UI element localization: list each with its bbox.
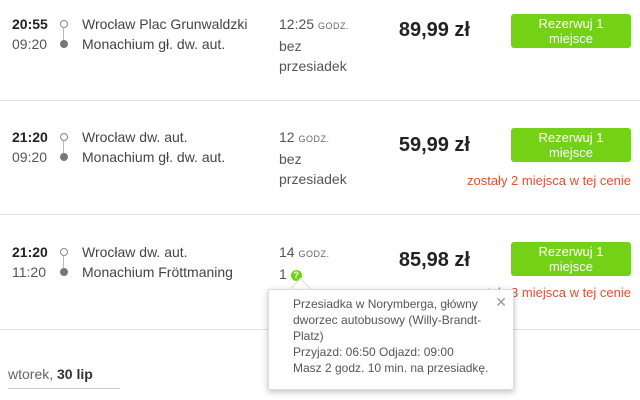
weekday: wtorek,	[8, 366, 54, 382]
destination-dot-icon	[60, 153, 68, 161]
destination-dot-icon	[60, 40, 68, 48]
duration: 14 GODZ. 1?	[279, 242, 329, 284]
destination-station: Monachium gł. dw. aut.	[82, 36, 226, 52]
duration-value: 14	[279, 244, 295, 260]
destination-dot-icon	[60, 268, 68, 276]
transfer-tooltip: ✕ Przesiadka w Norymberga, główny dworze…	[268, 289, 514, 390]
origin-station: Wrocław dw. aut.	[82, 244, 188, 260]
origin-dot-icon	[60, 20, 68, 28]
route-line	[63, 256, 64, 268]
row-divider	[0, 214, 640, 215]
destination-station: Monachium gł. dw. aut.	[82, 149, 226, 165]
date-header: wtorek, 30 lip	[8, 366, 93, 382]
departure-time: 21:20	[12, 129, 48, 145]
route-line	[63, 141, 64, 153]
origin-station: Wrocław Plac Grunwaldzki	[82, 16, 248, 32]
stations: Wrocław dw. aut. Monachium gł. dw. aut.	[82, 127, 225, 167]
transfer-info-2: przesiadek	[279, 171, 347, 187]
origin-dot-icon	[60, 248, 68, 256]
times: 21:20 11:20	[12, 242, 48, 282]
tooltip-wait: Masz 2 godz. 10 min. na przesiadkę.	[293, 361, 489, 375]
duration-unit: GODZ.	[298, 134, 330, 144]
arrival-time: 11:20	[12, 264, 46, 280]
origin-station: Wrocław dw. aut.	[82, 129, 188, 145]
departure-time: 21:20	[12, 244, 48, 260]
tooltip-times: Przyjazd: 06:50 Odjazd: 09:00	[293, 345, 454, 359]
book-button[interactable]: Rezerwuj 1 miejsce	[511, 128, 631, 162]
book-button[interactable]: Rezerwuj 1 miejsce	[511, 14, 631, 48]
departure-time: 20:55	[12, 16, 48, 32]
route-line	[63, 28, 64, 40]
close-icon[interactable]: ✕	[495, 294, 507, 310]
destination-station: Monachium Fröttmaning	[82, 264, 233, 280]
row-divider	[0, 100, 640, 101]
stations: Wrocław dw. aut. Monachium Fröttmaning	[82, 242, 233, 282]
tooltip-line: Przesiadka w Norymberga, główny	[293, 297, 478, 311]
price: 85,98 zł	[398, 249, 470, 271]
duration-unit: GODZ.	[317, 21, 349, 31]
duration-value: 12	[279, 129, 295, 145]
book-button[interactable]: Rezerwuj 1 miejsce	[511, 242, 631, 276]
seats-left-note: zostały 2 miejsca w tej cenie	[466, 173, 631, 188]
tooltip-line: Platz)	[293, 329, 324, 343]
duration: 12:25 GODZ. bez przesiadek	[279, 14, 349, 76]
date-divider	[8, 388, 120, 389]
price: 59,99 zł	[398, 134, 470, 156]
transfer-count: 1	[279, 266, 287, 282]
tooltip-line: dworzec autobusowy (Willy-Brandt-	[293, 313, 482, 327]
transfer-info-2: przesiadek	[279, 58, 347, 74]
transfer-info-1: bez	[279, 38, 302, 54]
stations: Wrocław Plac Grunwaldzki Monachium gł. d…	[82, 14, 247, 54]
duration-unit: GODZ.	[298, 249, 330, 259]
day: 30 lip	[57, 366, 93, 382]
arrival-time: 09:20	[12, 149, 48, 165]
arrival-time: 09:20	[12, 36, 48, 52]
times: 21:20 09:20	[12, 127, 48, 167]
times: 20:55 09:20	[12, 14, 48, 54]
duration: 12 GODZ. bez przesiadek	[279, 127, 347, 189]
price: 89,99 zł	[398, 19, 470, 41]
transfer-info-1: bez	[279, 151, 302, 167]
origin-dot-icon	[60, 133, 68, 141]
duration-value: 12:25	[279, 16, 315, 32]
